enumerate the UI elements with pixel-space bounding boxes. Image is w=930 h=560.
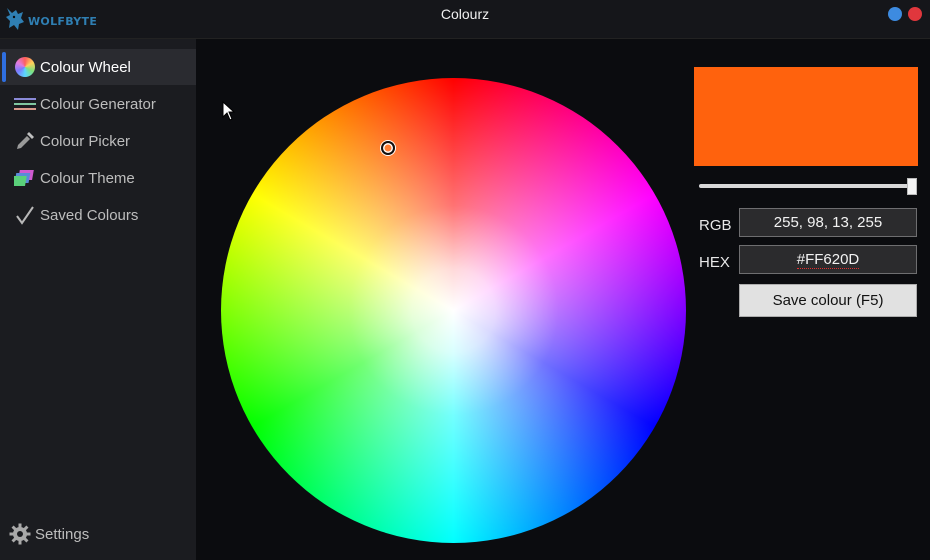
settings-button[interactable]: Settings	[0, 517, 196, 551]
eyedropper-icon	[14, 130, 36, 152]
sidebar-item-label: Saved Colours	[40, 206, 139, 224]
sidebar: Colour Wheel Colour Generator Colour Pic…	[0, 39, 196, 560]
colour-wheel[interactable]	[221, 78, 686, 543]
hex-field[interactable]: #FF620D	[739, 245, 917, 274]
title-bar: WOLFBYTE Colourz	[0, 0, 930, 39]
colour-wheel-icon	[14, 56, 36, 78]
sidebar-item-saved-colours[interactable]: Saved Colours	[0, 197, 196, 233]
hex-value: #FF620D	[796, 251, 860, 269]
save-colour-button[interactable]: Save colour (F5)	[739, 284, 917, 317]
sidebar-item-label: Colour Theme	[40, 169, 135, 187]
colour-preview-swatch	[694, 67, 918, 166]
rgb-label: RGB	[699, 217, 732, 234]
sidebar-item-colour-generator[interactable]: Colour Generator	[0, 86, 196, 122]
colour-generator-icon	[14, 93, 36, 115]
colour-selection-marker[interactable]	[381, 141, 395, 155]
sidebar-item-colour-wheel[interactable]: Colour Wheel	[0, 49, 196, 85]
close-button[interactable]	[908, 7, 922, 21]
window-title: Colourz	[440, 6, 490, 22]
sidebar-item-colour-theme[interactable]: Colour Theme	[0, 160, 196, 196]
checkmark-icon	[14, 204, 36, 226]
settings-label: Settings	[35, 525, 90, 543]
sidebar-item-label: Colour Wheel	[40, 58, 131, 76]
sidebar-item-label: Colour Picker	[40, 132, 131, 150]
rgb-field[interactable]: 255, 98, 13, 255	[739, 208, 917, 237]
colour-theme-icon	[14, 167, 36, 189]
gear-icon	[9, 523, 31, 545]
hex-label: HEX	[699, 254, 730, 271]
sidebar-item-label: Colour Generator	[40, 95, 156, 113]
minimize-button[interactable]	[888, 7, 902, 21]
sidebar-item-colour-picker[interactable]: Colour Picker	[0, 123, 196, 159]
alpha-slider[interactable]	[699, 184, 914, 188]
saturation-overlay	[221, 78, 686, 543]
mouse-cursor-icon	[222, 101, 236, 121]
alpha-slider-thumb[interactable]	[907, 178, 917, 195]
